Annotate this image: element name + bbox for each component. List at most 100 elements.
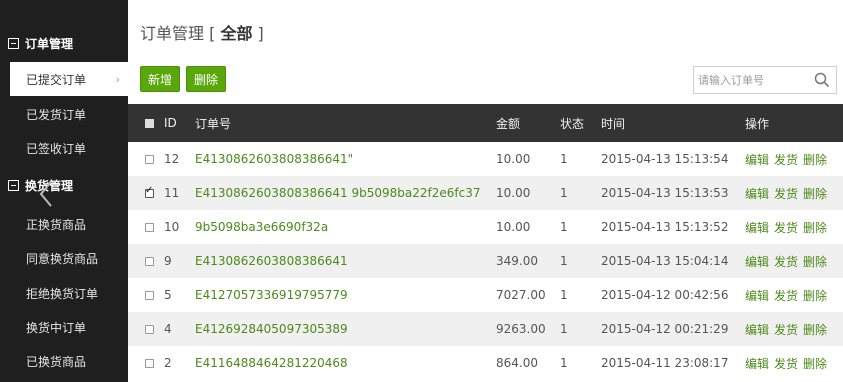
sidebar-item-rejected-exchange[interactable]: 拒绝换货订单 — [10, 276, 128, 310]
delete-link[interactable]: 删除 — [803, 185, 827, 202]
ship-link[interactable]: 发货 — [774, 321, 798, 338]
checkbox-icon — [145, 290, 154, 300]
sidebar-item-received-orders[interactable]: 已签收订单 — [10, 131, 128, 165]
row-checkbox[interactable] — [145, 346, 154, 380]
edit-link[interactable]: 编辑 — [745, 287, 769, 304]
cell-value: 7027.00 — [496, 288, 546, 302]
sidebar-item-label: 换货中订单 — [26, 320, 87, 335]
edit-link[interactable]: 编辑 — [745, 185, 769, 202]
sidebar-item-label: 已换货商品 — [26, 354, 87, 369]
search-icon[interactable] — [814, 72, 830, 88]
delete-link[interactable]: 删除 — [803, 287, 827, 304]
cell-value: 1 — [560, 254, 568, 268]
sidebar-item-exchanged-goods[interactable]: 已换货商品 — [10, 344, 128, 378]
column-header-status[interactable]: 状态 — [560, 104, 584, 142]
edit-link[interactable]: 编辑 — [745, 253, 769, 270]
ship-link[interactable]: 发货 — [774, 185, 798, 202]
ship-link[interactable]: 发货 — [774, 253, 798, 270]
table-row: 11 E4130862603808386641 9b5098ba22f2e6fc3… — [128, 176, 843, 210]
sidebar-item-label: 正换货商品 — [26, 217, 87, 232]
sidebar-item-exchange-in-progress[interactable]: 换货中订单 — [10, 310, 128, 344]
delete-button[interactable]: 删除 — [186, 66, 226, 92]
sidebar-group-orders[interactable]: 订单管理 — [0, 26, 128, 60]
ship-link[interactable]: 发货 — [774, 151, 798, 168]
row-checkbox[interactable] — [145, 312, 154, 346]
order-number-link[interactable]: E4130862603808386641" — [195, 152, 353, 166]
ship-link[interactable]: 发货 — [774, 219, 798, 236]
delete-link[interactable]: 删除 — [803, 151, 827, 168]
checkbox-icon — [145, 222, 154, 232]
cell-time: 2015-04-13 15:13:54 — [601, 142, 728, 176]
row-checkbox[interactable] — [145, 278, 154, 312]
row-checkbox[interactable] — [145, 176, 154, 210]
column-header-actions: 操作 — [745, 116, 770, 131]
cell-amount: 349.00 — [496, 244, 538, 278]
new-button[interactable]: 新增 — [140, 66, 180, 92]
sidebar-item-shipped-orders[interactable]: 已发货订单 — [10, 97, 128, 131]
order-link-cell[interactable]: E4130862603808386641 9b5098ba22f2e6fc37 — [195, 176, 480, 210]
row-checkbox[interactable] — [145, 244, 154, 278]
order-link-cell[interactable]: 9b5098ba3e6690f32a — [195, 210, 328, 244]
table-row: 2 E4116488464281220468 864.00 1 2015-04-11 2… — [128, 346, 843, 380]
order-number-link[interactable]: 9b5098ba3e6690f32a — [195, 220, 328, 234]
sidebar-item-exchanging-goods[interactable]: 正换货商品 — [10, 207, 128, 241]
edit-link[interactable]: 编辑 — [745, 355, 769, 372]
ship-link[interactable]: 发货 — [774, 287, 798, 304]
order-link-cell[interactable]: E4116488464281220468 — [195, 346, 348, 380]
sidebar-item-label: 同意换货商品 — [26, 251, 99, 266]
collapse-square-icon — [8, 37, 19, 49]
delete-link[interactable]: 删除 — [803, 321, 827, 338]
edit-link[interactable]: 编辑 — [745, 151, 769, 168]
cell-status: 1 — [560, 176, 568, 210]
delete-link[interactable]: 删除 — [803, 219, 827, 236]
order-link-cell[interactable]: E4130862603808386641" — [195, 142, 353, 176]
main-content: 订单管理 [ 全部 ] 新增 删除 ID 订单号 金额 状态 时间 操作 12E… — [128, 0, 843, 382]
delete-link[interactable]: 删除 — [803, 355, 827, 372]
cell-value: 2015-04-12 00:42:56 — [601, 288, 729, 302]
left-arrow-icon[interactable] — [38, 180, 54, 208]
order-number-link[interactable]: E4127057336919795779 — [195, 288, 348, 302]
cell-value: 1 — [560, 356, 568, 370]
cell-value: 12 — [164, 152, 180, 166]
page-title-filter: 全部 — [220, 24, 253, 43]
column-header-id[interactable]: ID — [164, 104, 177, 142]
cell-amount: 9263.00 — [496, 312, 546, 346]
cell-value: 2015-04-13 15:04:14 — [601, 254, 729, 268]
column-header-time[interactable]: 时间 — [601, 104, 625, 142]
order-link-cell[interactable]: E4127057336919795779 — [195, 278, 348, 312]
select-all-checkbox[interactable] — [145, 104, 154, 142]
cell-amount: 10.00 — [496, 142, 530, 176]
table-row: 5 E4127057336919795779 7027.00 1 2015-04-12 … — [128, 278, 843, 312]
table-row: 10 9b5098ba3e6690f32a 10.00 1 2015-04-13 15:… — [128, 210, 843, 244]
search-input[interactable] — [694, 67, 806, 93]
order-number-link[interactable]: E4130862603808386641 9b5098ba22f2e6fc37 — [195, 186, 480, 200]
order-number-link[interactable]: E4126928405097305389 — [195, 322, 348, 336]
checkbox-icon — [145, 185, 154, 198]
row-checkbox[interactable] — [145, 142, 154, 176]
cell-time: 2015-04-13 15:13:53 — [601, 176, 728, 210]
cell-value: 1 — [560, 288, 568, 302]
row-actions: 编辑 发货 删除 — [745, 142, 832, 176]
cell-amount: 7027.00 — [496, 278, 546, 312]
edit-link[interactable]: 编辑 — [745, 219, 769, 236]
sidebar-item-approved-exchange[interactable]: 同意换货商品 — [10, 241, 128, 275]
row-actions: 编辑 发货 删除 — [745, 346, 832, 380]
order-link-cell[interactable]: E4130862603808386641 — [195, 244, 348, 278]
edit-link[interactable]: 编辑 — [745, 321, 769, 338]
column-header-order-no[interactable]: 订单号 — [195, 104, 231, 142]
sidebar-group-exchange[interactable]: 换货管理 — [0, 168, 128, 202]
order-number-link[interactable]: E4130862603808386641 — [195, 254, 348, 268]
row-checkbox[interactable] — [145, 210, 154, 244]
sidebar-item-submitted-orders[interactable]: 已提交订单 › — [10, 62, 128, 96]
sidebar-item-label: 已签收订单 — [26, 141, 87, 156]
search-box — [693, 66, 837, 94]
delete-link[interactable]: 删除 — [803, 253, 827, 270]
cell-time: 2015-04-12 00:42:56 — [601, 278, 728, 312]
column-header-amount[interactable]: 金额 — [496, 104, 520, 142]
order-link-cell[interactable]: E4126928405097305389 — [195, 312, 348, 346]
cell-value: 1 — [560, 220, 568, 234]
order-number-link[interactable]: E4116488464281220468 — [195, 356, 348, 370]
cell-id: 10 — [164, 210, 179, 244]
cell-value: 9 — [164, 254, 172, 268]
ship-link[interactable]: 发货 — [774, 355, 798, 372]
